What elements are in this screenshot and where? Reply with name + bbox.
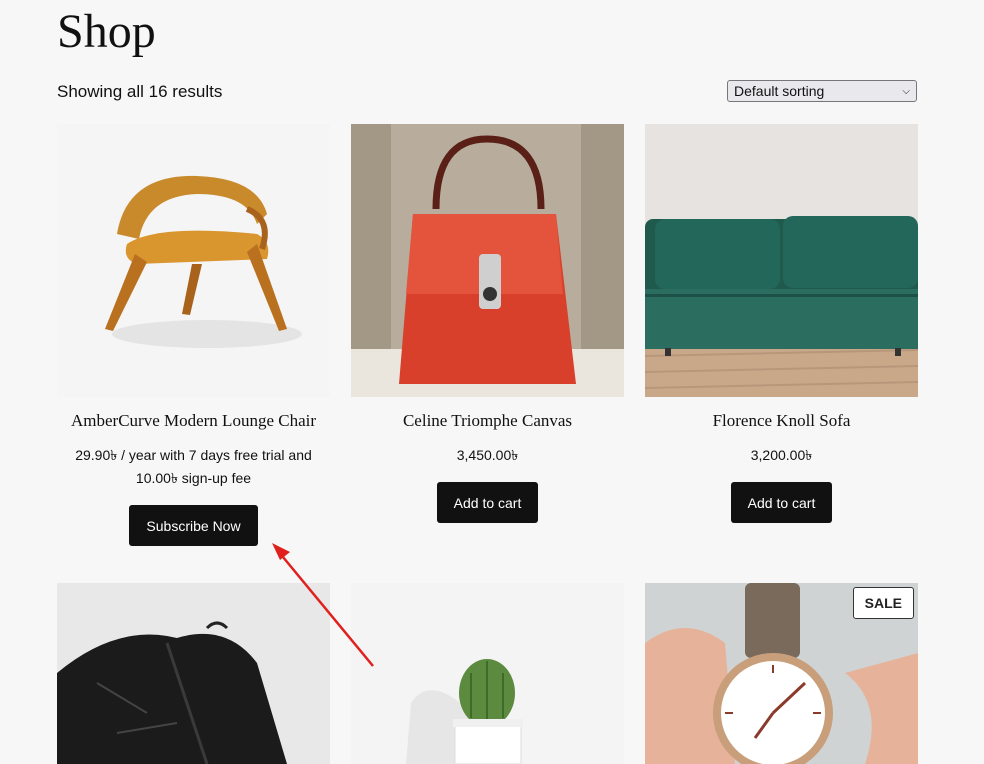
product-card: SALE bbox=[645, 583, 918, 764]
product-image-handbag[interactable] bbox=[351, 124, 624, 397]
product-card bbox=[351, 583, 624, 764]
product-price-signup-fee: 10.00৳ sign-up fee bbox=[135, 470, 252, 486]
product-card: Celine Triomphe Canvas 3,450.00৳ Add to … bbox=[351, 124, 624, 534]
chevron-down-icon: ⌵ bbox=[902, 85, 910, 97]
add-to-cart-button[interactable]: Add to cart bbox=[731, 482, 832, 523]
product-card bbox=[57, 583, 330, 764]
subscribe-now-button[interactable]: Subscribe Now bbox=[129, 505, 258, 546]
product-image-cactus[interactable] bbox=[351, 583, 624, 764]
add-to-cart-button[interactable]: Add to cart bbox=[437, 482, 538, 523]
result-count: Showing all 16 results bbox=[57, 82, 223, 101]
sort-dropdown[interactable]: Default sorting ⌵ bbox=[727, 80, 917, 102]
sale-badge: SALE bbox=[852, 587, 914, 619]
product-image-sofa[interactable] bbox=[645, 124, 918, 397]
product-image-chair[interactable] bbox=[57, 124, 330, 397]
page-title: Shop bbox=[57, 5, 156, 58]
product-card: AmberCurve Modern Lounge Chair 29.90৳ / … bbox=[57, 124, 330, 554]
product-title[interactable]: Celine Triomphe Canvas bbox=[351, 411, 624, 431]
product-title[interactable]: AmberCurve Modern Lounge Chair bbox=[57, 411, 330, 431]
product-price: 29.90৳ / year with 7 days free trial and bbox=[75, 447, 312, 463]
sort-selected-label: Default sorting bbox=[734, 83, 825, 99]
product-image-jacket[interactable] bbox=[57, 583, 330, 764]
product-price: 3,450.00৳ bbox=[456, 447, 519, 463]
product-card: Florence Knoll Sofa 3,200.00৳ Add to car… bbox=[645, 124, 918, 534]
product-price: 3,200.00৳ bbox=[750, 447, 813, 463]
product-title[interactable]: Florence Knoll Sofa bbox=[645, 411, 918, 431]
